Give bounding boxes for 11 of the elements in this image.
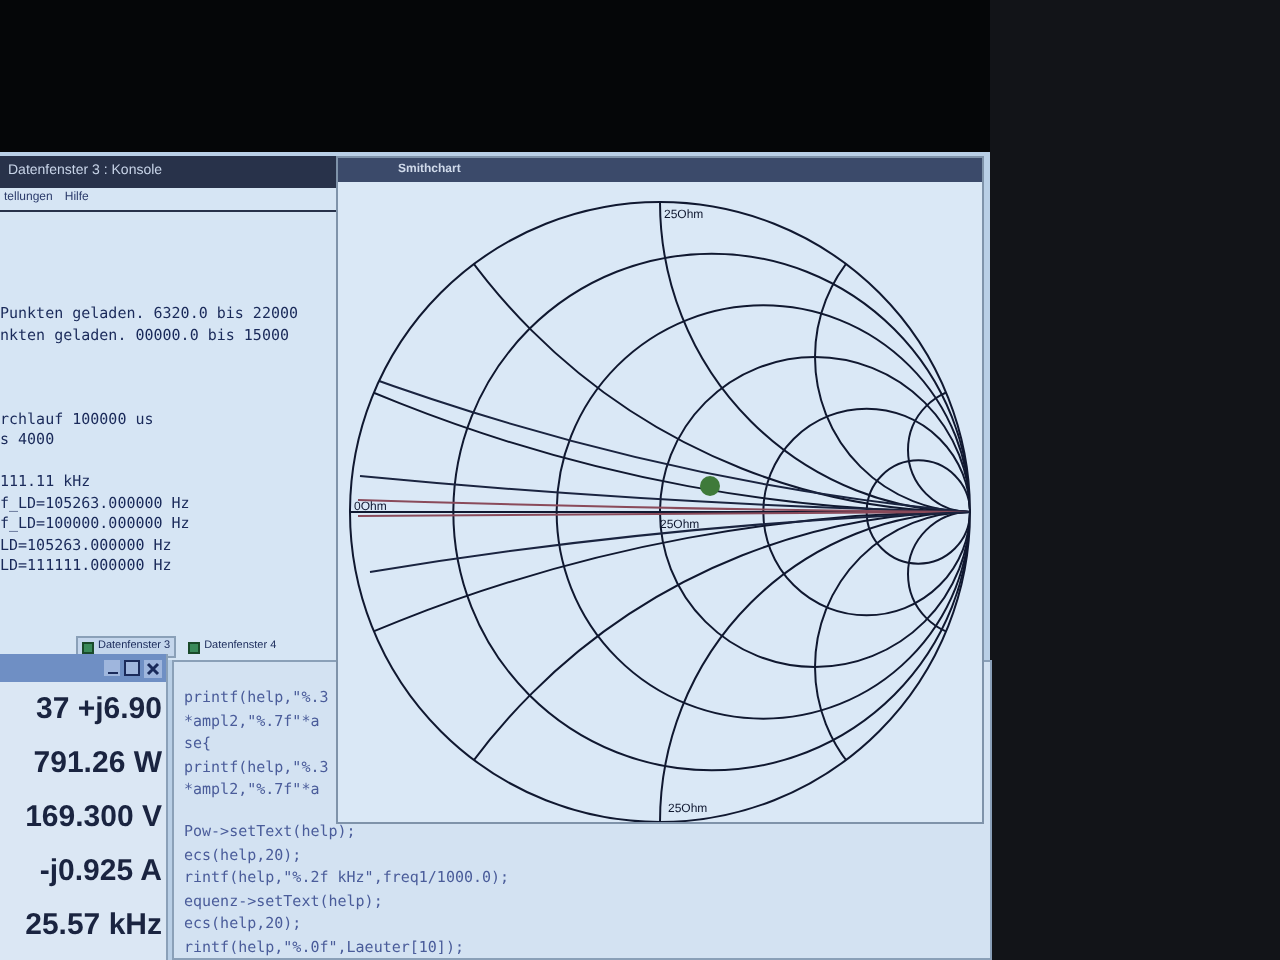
minimize-icon[interactable]: [104, 660, 120, 676]
marker-icon: [700, 476, 720, 496]
readout-value: 791.26 W: [33, 744, 162, 784]
readout-value: 25.57 kHz: [25, 906, 162, 946]
window-icon: [188, 641, 201, 653]
readout-value: 169.300 V: [25, 798, 162, 838]
close-icon[interactable]: [144, 659, 162, 677]
readout-value: 37 +j6.90: [36, 690, 162, 730]
readout-value: -j0.925 A: [39, 852, 162, 892]
maximize-icon[interactable]: [124, 660, 140, 676]
window-icon: [82, 641, 94, 653]
